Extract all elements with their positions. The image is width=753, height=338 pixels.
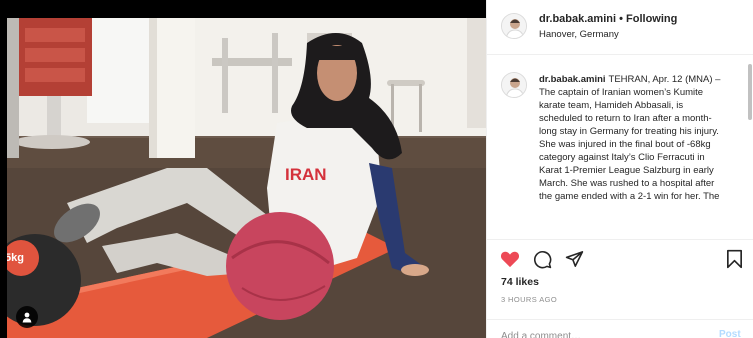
post-actions: 74 likes 3 HOURS AGO Post <box>487 239 753 338</box>
share-button[interactable] <box>563 248 585 270</box>
like-button[interactable] <box>499 248 521 270</box>
follow-status-button[interactable]: Following <box>626 13 677 25</box>
header-line: dr.babak.amini • Following <box>539 13 677 25</box>
comment-row: Post <box>487 319 753 338</box>
location-link[interactable]: Hanover, Germany <box>539 29 619 40</box>
caption-text: TEHRAN, Apr. 12 (MNA) – The captain of I… <box>539 74 721 202</box>
post-header: dr.babak.amini • Following Hanover, Germ… <box>487 0 753 55</box>
caption-username-link[interactable]: dr.babak.amini <box>539 74 606 85</box>
caption-avatar[interactable] <box>501 72 527 98</box>
comment-input[interactable] <box>501 328 701 338</box>
caption: dr.babak.amini TEHRAN, Apr. 12 (MNA) – Th… <box>539 73 729 203</box>
left-frame <box>0 0 7 338</box>
bookmark-icon <box>726 249 742 269</box>
share-icon <box>565 251 583 267</box>
avatar[interactable] <box>501 13 527 39</box>
jersey-text: IRAN <box>285 165 327 184</box>
user-tag-button[interactable] <box>16 306 38 328</box>
save-button[interactable] <box>723 248 745 270</box>
person-icon <box>22 312 32 322</box>
post-side-panel: dr.babak.amini • Following Hanover, Germ… <box>486 0 753 338</box>
timestamp[interactable]: 3 HOURS AGO <box>501 295 557 304</box>
ball-weight-text: 5kg <box>7 252 24 264</box>
post-comment-button[interactable]: Post <box>719 329 741 338</box>
caption-container: dr.babak.amini TEHRAN, Apr. 12 (MNA) – Th… <box>487 56 749 239</box>
comment-icon <box>533 250 551 268</box>
scroll-thumb[interactable] <box>748 64 752 120</box>
post-photo[interactable]: IRAN 5kg <box>7 18 486 338</box>
username-link[interactable]: dr.babak.amini <box>539 13 616 25</box>
comment-button[interactable] <box>531 248 553 270</box>
likes-count[interactable]: 74 likes <box>501 276 539 288</box>
caption-scrollbar[interactable] <box>748 58 753 238</box>
heart-icon <box>500 251 520 268</box>
separator-dot: • <box>619 13 623 25</box>
gym-scene: IRAN 5kg <box>7 18 486 338</box>
